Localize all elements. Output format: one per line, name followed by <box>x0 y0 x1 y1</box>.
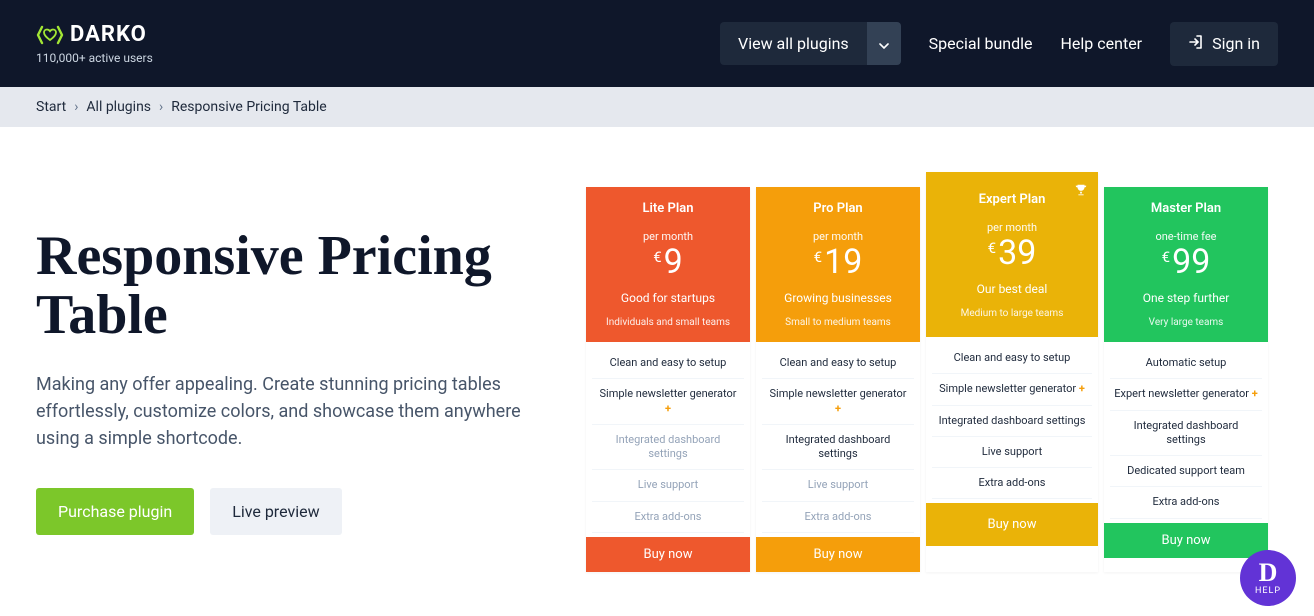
purchase-button[interactable]: Purchase plugin <box>36 488 194 535</box>
plus-icon: + <box>1252 387 1258 400</box>
brand-subtitle: 110,000+ active users <box>36 51 153 65</box>
feature-item: Automatic setup <box>1110 348 1262 379</box>
feature-item: Simple newsletter generator + <box>592 379 744 425</box>
plan-name: Lite Plan <box>594 201 742 216</box>
feature-list: Automatic setupExpert newsletter generat… <box>1104 342 1268 519</box>
feature-list: Clean and easy to setupSimple newsletter… <box>586 342 750 533</box>
plan-period: per month <box>594 230 742 243</box>
feature-item: Extra add-ons <box>592 502 744 533</box>
plan-tagline: One step further <box>1112 291 1260 305</box>
price: €39 <box>934 236 1090 270</box>
feature-item: Integrated dashboard settings <box>592 425 744 471</box>
feature-item: Live support <box>592 470 744 501</box>
breadcrumb-current: Responsive Pricing Table <box>171 99 326 115</box>
plan-audience: Medium to large teams <box>934 308 1090 323</box>
plus-icon: + <box>665 402 671 415</box>
plus-icon: + <box>1079 382 1085 395</box>
feature-item: Extra add-ons <box>762 502 914 533</box>
plan-period: one-time fee <box>1112 230 1260 243</box>
help-widget[interactable]: D HELP <box>1240 550 1296 606</box>
view-plugins-button[interactable]: View all plugins <box>720 22 867 65</box>
feature-item: Clean and easy to setup <box>762 348 914 379</box>
feature-item: Clean and easy to setup <box>932 343 1092 374</box>
feature-item: Clean and easy to setup <box>592 348 744 379</box>
feature-item: Extra add-ons <box>932 468 1092 499</box>
plan-audience: Very large teams <box>1112 317 1260 332</box>
feature-item: Simple newsletter generator + <box>762 379 914 425</box>
plan-tagline: Our best deal <box>934 282 1090 296</box>
feature-item: Expert newsletter generator + <box>1110 379 1262 410</box>
breadcrumb-all-plugins[interactable]: All plugins <box>86 99 151 115</box>
feature-item: Extra add-ons <box>1110 487 1262 518</box>
nav-help-center[interactable]: Help center <box>1061 34 1143 53</box>
page-description: Making any offer appealing. Create stunn… <box>36 371 536 452</box>
sign-in-button[interactable]: Sign in <box>1170 22 1278 66</box>
heart-brackets-icon <box>36 24 64 46</box>
feature-item: Integrated dashboard settings <box>932 406 1092 437</box>
feature-item: Live support <box>762 470 914 501</box>
pricing-card: Lite Plan per month €9 Good for startups Ind… <box>586 187 750 572</box>
buy-button[interactable]: Buy now <box>1104 523 1268 558</box>
chevron-right-icon: › <box>159 99 163 115</box>
page-title: Responsive Pricing Table <box>36 227 556 345</box>
plan-tagline: Growing businesses <box>764 291 912 305</box>
feature-item: Live support <box>932 437 1092 468</box>
price: €9 <box>594 245 742 279</box>
feature-item: Dedicated support team <box>1110 456 1262 487</box>
help-widget-label: HELP <box>1255 586 1281 596</box>
chevron-right-icon: › <box>74 99 78 115</box>
plan-name: Master Plan <box>1112 201 1260 216</box>
price: €99 <box>1112 245 1260 279</box>
trophy-icon <box>1074 182 1088 201</box>
signin-icon <box>1188 34 1204 54</box>
breadcrumb-start[interactable]: Start <box>36 99 66 115</box>
plan-audience: Small to medium teams <box>764 317 912 332</box>
card-header: Expert Plan per month €39 Our best deal Medi… <box>926 172 1098 337</box>
view-plugins-caret[interactable] <box>867 22 901 65</box>
nav-special-bundle[interactable]: Special bundle <box>929 34 1033 53</box>
plan-name: Expert Plan <box>934 192 1090 207</box>
breadcrumb: Start › All plugins › Responsive Pricing… <box>0 87 1314 127</box>
pricing-card: Pro Plan per month €19 Growing businesses Sm… <box>756 187 920 572</box>
cta-buttons: Purchase plugin Live preview <box>36 488 556 535</box>
plan-name: Pro Plan <box>764 201 912 216</box>
pricing-card: Expert Plan per month €39 Our best deal Medi… <box>926 172 1098 572</box>
plus-icon: + <box>835 402 841 415</box>
feature-list: Clean and easy to setupSimple newsletter… <box>926 337 1098 499</box>
plan-tagline: Good for startups <box>594 291 742 305</box>
view-plugins-dropdown: View all plugins <box>720 22 901 65</box>
hero-section: Responsive Pricing Table Making any offe… <box>36 187 556 572</box>
brand-block[interactable]: DARKO 110,000+ active users <box>36 22 153 65</box>
buy-button[interactable]: Buy now <box>926 503 1098 546</box>
pricing-cards: Lite Plan per month €9 Good for startups Ind… <box>586 187 1268 572</box>
buy-button[interactable]: Buy now <box>586 537 750 572</box>
chevron-down-icon <box>879 34 889 53</box>
top-nav: DARKO 110,000+ active users View all plu… <box>0 0 1314 87</box>
brand-logo: DARKO <box>36 22 153 47</box>
plan-period: per month <box>764 230 912 243</box>
card-header: Lite Plan per month €9 Good for startups Ind… <box>586 187 750 342</box>
help-widget-letter: D <box>1259 560 1278 586</box>
pricing-card: Master Plan one-time fee €99 One step furth… <box>1104 187 1268 572</box>
card-header: Pro Plan per month €19 Growing businesses Sm… <box>756 187 920 342</box>
nav-links: View all plugins Special bundle Help cen… <box>720 22 1278 66</box>
card-header: Master Plan one-time fee €99 One step furth… <box>1104 187 1268 342</box>
preview-button[interactable]: Live preview <box>210 488 341 535</box>
plan-audience: Individuals and small teams <box>594 317 742 332</box>
brand-name: DARKO <box>70 22 147 47</box>
feature-item: Simple newsletter generator + <box>932 374 1092 405</box>
main-content: Responsive Pricing Table Making any offe… <box>0 127 1314 572</box>
sign-in-label: Sign in <box>1212 34 1260 53</box>
plan-period: per month <box>934 221 1090 234</box>
feature-item: Integrated dashboard settings <box>1110 411 1262 457</box>
feature-item: Integrated dashboard settings <box>762 425 914 471</box>
price: €19 <box>764 245 912 279</box>
buy-button[interactable]: Buy now <box>756 537 920 572</box>
feature-list: Clean and easy to setupSimple newsletter… <box>756 342 920 533</box>
